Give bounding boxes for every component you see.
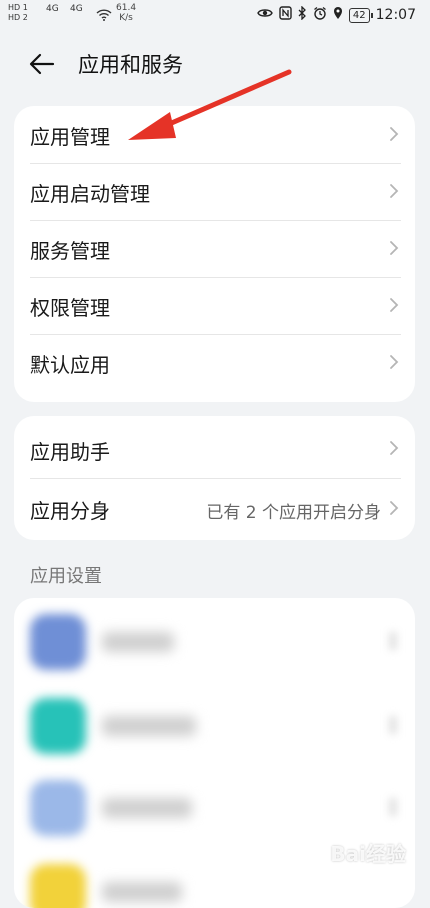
list-item-label: 默认应用 xyxy=(30,353,110,377)
app-icon xyxy=(30,780,86,836)
list-item-label: 应用启动管理 xyxy=(30,182,150,206)
list-item-label: 应用助手 xyxy=(30,440,110,464)
app-icon xyxy=(30,614,86,670)
list-item-app-launch[interactable]: 应用启动管理 xyxy=(14,163,415,220)
blurred-app-name xyxy=(102,882,182,902)
location-icon xyxy=(333,6,343,24)
list-item-label: 权限管理 xyxy=(30,296,110,320)
chevron-right-icon xyxy=(389,798,397,816)
chevron-right-icon xyxy=(389,632,397,650)
chevron-right-icon xyxy=(390,355,399,369)
battery-icon: 42 xyxy=(348,7,373,23)
arrow-left-icon[interactable] xyxy=(28,50,56,78)
signal-icon: 4G xyxy=(70,4,83,14)
chevron-right-icon xyxy=(390,298,399,312)
hd-tag: HD 1 xyxy=(8,3,28,12)
section-header-app-settings: 应用设置 xyxy=(30,566,102,587)
app-icon xyxy=(30,864,86,908)
list-item-label: 应用管理 xyxy=(30,125,110,149)
network-speed-unit: K/s xyxy=(119,13,133,23)
hd-tag: HD 2 xyxy=(8,13,28,22)
watermark: Bai经验 xyxy=(330,842,406,866)
chevron-right-icon xyxy=(390,184,399,198)
wifi-icon xyxy=(96,6,112,25)
top-app-bar: 应用和服务 xyxy=(0,44,430,84)
blurred-app-name xyxy=(102,716,196,736)
chevron-right-icon xyxy=(390,501,399,515)
list-item-permissions[interactable]: 权限管理 xyxy=(14,277,415,334)
list-item[interactable] xyxy=(14,686,415,766)
list-item-service-management[interactable]: 服务管理 xyxy=(14,220,415,277)
eye-icon xyxy=(257,7,273,23)
chevron-right-icon xyxy=(390,127,399,141)
signal-icon: 4G xyxy=(46,4,59,14)
list-item-default-apps[interactable]: 默认应用 xyxy=(14,334,415,391)
list-item-value: 已有 2 个应用开启分身 xyxy=(206,503,381,523)
clock: 12:07 xyxy=(375,7,416,23)
chevron-right-icon xyxy=(390,241,399,255)
app-icon xyxy=(30,698,86,754)
bluetooth-icon xyxy=(298,5,307,24)
blurred-app-name xyxy=(102,632,174,652)
chevron-right-icon xyxy=(389,716,397,734)
network-speed-value: 61.4 xyxy=(116,3,137,13)
list-item-label: 应用分身 xyxy=(30,499,110,523)
list-item-app-twin[interactable]: 应用分身 已有 2 个应用开启分身 xyxy=(14,478,415,540)
list-item-app-management[interactable]: 应用管理 xyxy=(14,106,415,163)
status-bar: HD 1 HD 2 4G 4G 61.4 K/s 42 12:07 xyxy=(0,0,430,30)
blurred-app-name xyxy=(102,798,192,818)
nfc-icon xyxy=(279,6,292,24)
status-icons: 42 12:07 xyxy=(257,5,416,24)
list-item[interactable] xyxy=(14,768,415,848)
list-item-app-assistant[interactable]: 应用助手 xyxy=(14,416,415,478)
chevron-right-icon xyxy=(390,441,399,455)
list-item[interactable] xyxy=(14,602,415,682)
list-item-label: 服务管理 xyxy=(30,239,110,263)
network-speed: 61.4 K/s xyxy=(116,3,136,23)
sim-indicators: HD 1 HD 2 xyxy=(8,3,28,23)
page-title: 应用和服务 xyxy=(78,53,183,77)
settings-group-app-management: 应用管理 应用启动管理 服务管理 权限管理 默认应用 xyxy=(14,106,415,402)
settings-group-app-tools: 应用助手 应用分身 已有 2 个应用开启分身 xyxy=(14,416,415,540)
alarm-icon xyxy=(313,6,327,24)
